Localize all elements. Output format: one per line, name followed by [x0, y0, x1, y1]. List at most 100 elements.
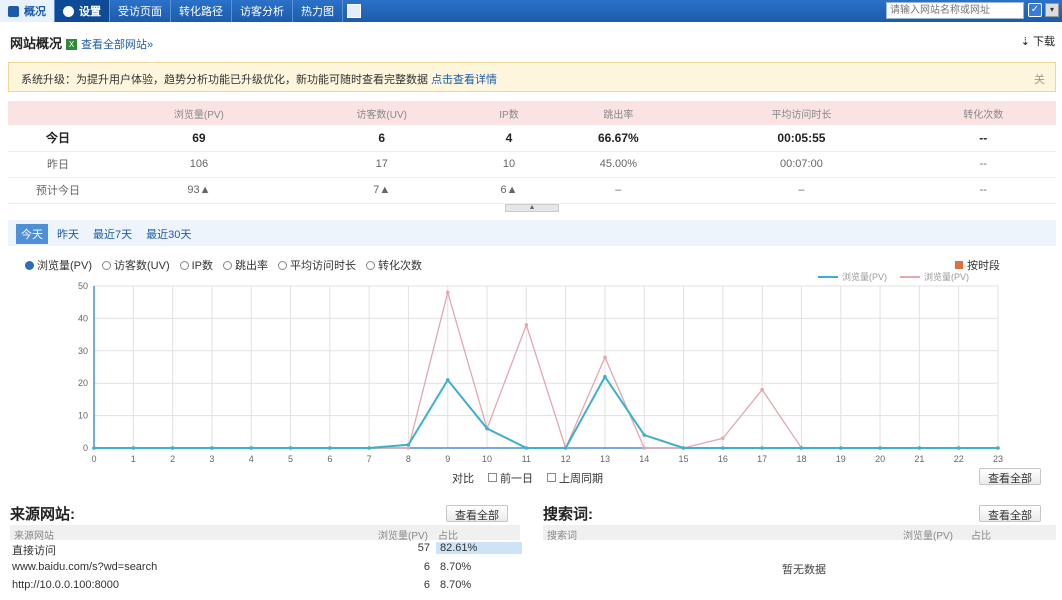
range-tab-yesterday[interactable]: 昨天: [52, 224, 84, 244]
compare-prev-day[interactable]: 前一日: [488, 470, 533, 486]
collapse-handle[interactable]: ▲: [505, 204, 559, 212]
series-line: [94, 292, 998, 448]
stats-header: 转化次数: [911, 101, 1056, 125]
notice-link[interactable]: 点击查看详情: [431, 74, 497, 86]
top-nav-bar: 概况 设置 受访页面 转化路径 访客分析 热力图 ✓ ▾: [0, 0, 1062, 22]
source-pv: 6: [410, 579, 430, 591]
keywords-header: 搜索词 浏览量(PV) 占比: [543, 525, 1056, 540]
stat-cell: –: [692, 177, 910, 203]
x-tick-label: 3: [209, 454, 214, 464]
view-all-sites-link[interactable]: 查看全部网站»: [81, 39, 153, 51]
data-point: [446, 291, 450, 295]
x-tick-label: 1: [131, 454, 136, 464]
table-row: 今日 69 6 4 66.67% 00:05:55 --: [8, 125, 1056, 151]
source-view-all-button[interactable]: 查看全部: [446, 505, 508, 522]
stats-header: 跳出率: [544, 101, 692, 125]
checkbox: [488, 473, 497, 482]
keywords-title: 搜索词:: [543, 503, 593, 524]
stat-cell: 6: [290, 125, 474, 151]
home-icon: [8, 6, 19, 17]
source-pv: 6: [410, 561, 430, 573]
x-tick-label: 16: [718, 454, 728, 464]
stat-cell: 10: [474, 151, 545, 177]
stat-cell: 00:07:00: [692, 151, 910, 177]
x-tick-label: 14: [639, 454, 649, 464]
data-point: [721, 436, 725, 440]
radio-dot: [180, 261, 189, 270]
data-point: [485, 427, 489, 431]
range-tab-30days[interactable]: 最近30天: [141, 224, 196, 244]
stats-header: 访客数(UV): [290, 101, 474, 125]
row-label: 今日: [8, 125, 108, 151]
stats-header-row: 浏览量(PV) 访客数(UV) IP数 跳出率 平均访问时长 转化次数: [8, 101, 1056, 125]
stat-cell: 93▲: [108, 177, 290, 203]
notice-close-button[interactable]: 关: [1034, 71, 1045, 87]
x-tick-label: 4: [249, 454, 254, 464]
upgrade-notice: 系统升级：为提升用户体验，趋势分析功能已升级优化，新功能可随时查看完整数据 点击…: [8, 62, 1056, 92]
list-item[interactable]: www.baidu.com/s?wd=search 6 8.70%: [12, 561, 522, 578]
data-point: [525, 323, 529, 327]
x-tick-label: 11: [522, 454, 531, 464]
table-row: 预计今日 93▲ 7▲ 6▲ – – --: [8, 177, 1056, 203]
stat-cell: 4: [474, 125, 545, 151]
list-item[interactable]: http://10.0.0.100:8000 6 8.70%: [12, 579, 522, 596]
range-tab-today[interactable]: 今天: [16, 224, 48, 244]
keywords-view-all-button[interactable]: 查看全部: [979, 505, 1041, 522]
data-point: [760, 446, 764, 450]
data-point: [918, 446, 922, 450]
data-point: [996, 446, 1000, 450]
radio-dot: [278, 261, 287, 270]
range-tabs: 今天 昨天 最近7天 最近30天: [16, 224, 196, 244]
tab-heatmap[interactable]: 热力图: [293, 0, 343, 22]
x-tick-label: 19: [836, 454, 846, 464]
stats-header: [8, 101, 108, 125]
x-tick-label: 5: [288, 454, 293, 464]
stat-cell: 00:05:55: [692, 125, 910, 151]
list-item[interactable]: 直接访问 57 82.61%: [12, 542, 522, 559]
row-label: 昨日: [8, 151, 108, 177]
data-point: [564, 446, 568, 450]
data-point: [603, 355, 607, 359]
excel-icon[interactable]: X: [66, 39, 77, 50]
gear-icon: [63, 6, 74, 17]
stat-cell: 7▲: [290, 177, 474, 203]
stat-cell: 69: [108, 125, 290, 151]
download-link[interactable]: ⇣ 下载: [1021, 33, 1055, 49]
data-point: [800, 446, 804, 450]
data-point: [407, 443, 411, 447]
y-tick-label: 30: [78, 346, 88, 356]
tab-overview[interactable]: 概况: [0, 0, 55, 22]
data-point: [92, 446, 96, 450]
view-all-button[interactable]: 查看全部: [979, 468, 1041, 485]
data-point: [642, 446, 646, 450]
check-icon[interactable]: ✓: [1028, 3, 1042, 17]
grid-icon[interactable]: [347, 4, 361, 18]
stat-cell: –: [544, 177, 692, 203]
data-point: [446, 378, 450, 382]
tab-paths[interactable]: 转化路径: [171, 0, 232, 22]
x-tick-label: 6: [327, 454, 332, 464]
stats-header: 平均访问时长: [692, 101, 910, 125]
x-tick-label: 0: [91, 454, 96, 464]
data-point: [132, 446, 136, 450]
legend-label: 浏览量(PV): [842, 271, 887, 282]
range-tab-7days[interactable]: 最近7天: [88, 224, 137, 244]
tab-settings[interactable]: 设置: [55, 0, 110, 22]
x-tick-label: 23: [993, 454, 1003, 464]
compare-last-week[interactable]: 上周同期: [547, 470, 603, 486]
data-point: [525, 446, 529, 450]
data-point: [407, 446, 411, 450]
site-search-input[interactable]: [886, 2, 1024, 19]
source-title: 来源网站:: [10, 503, 75, 524]
radio-dot: [366, 261, 375, 270]
radio-dot: [223, 261, 232, 270]
x-tick-label: 18: [796, 454, 806, 464]
window-icon[interactable]: ▾: [1045, 3, 1059, 17]
data-point: [682, 446, 686, 450]
tab-visitors[interactable]: 访客分析: [232, 0, 293, 22]
tab-pages[interactable]: 受访页面: [110, 0, 171, 22]
data-point: [249, 446, 253, 450]
y-tick-label: 0: [83, 443, 88, 453]
data-point: [878, 446, 882, 450]
checkbox: [547, 473, 556, 482]
